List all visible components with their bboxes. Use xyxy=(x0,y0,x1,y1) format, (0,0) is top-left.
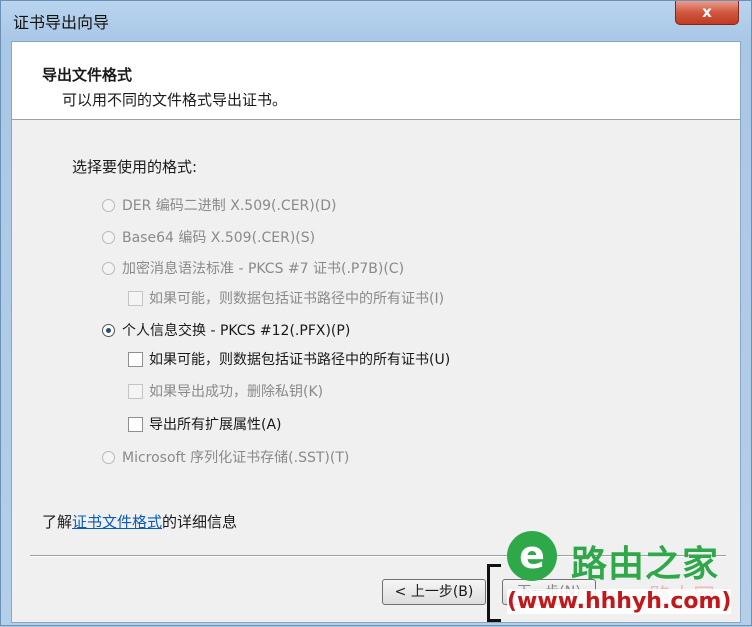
checkbox-pkcs12-include-path[interactable]: 如果可能，则数据包括证书路径中的所有证书(U) xyxy=(128,349,450,369)
radio-button-icon xyxy=(102,230,115,244)
learn-more-text: 了解证书文件格式的详细信息 xyxy=(42,511,237,532)
window-title: 证书导出向导 xyxy=(13,13,110,32)
option-label: 如果导出成功，删除私钥(K) xyxy=(149,384,324,400)
option-label: 如果可能，则数据包括证书路径中的所有证书(U) xyxy=(149,352,451,368)
radio-base64[interactable]: Base64 编码 X.509(.CER)(S) xyxy=(102,227,315,247)
radio-button-icon xyxy=(102,261,115,275)
checkbox-pkcs7-include-path[interactable]: 如果可能，则数据包括证书路径中的所有证书(I) xyxy=(128,288,444,308)
close-button[interactable]: x xyxy=(675,1,739,25)
router-logo-icon: e xyxy=(507,531,557,581)
radio-selected-icon xyxy=(102,323,115,337)
option-label: 导出所有扩展属性(A) xyxy=(149,417,282,433)
radio-der[interactable]: DER 编码二进制 X.509(.CER)(D) xyxy=(102,195,336,215)
option-label: Microsoft 序列化证书存储(.SST)(T) xyxy=(122,450,350,466)
option-label: 个人信息交换 - PKCS #12(.PFX)(P) xyxy=(122,323,351,339)
option-label: DER 编码二进制 X.509(.CER)(D) xyxy=(122,198,337,214)
radio-button-icon xyxy=(102,198,115,212)
wizard-header: 导出文件格式 可以用不同的文件格式导出证书。 xyxy=(12,42,740,120)
format-prompt: 选择要使用的格式: xyxy=(72,158,198,176)
checkbox-icon xyxy=(128,416,143,432)
checkbox-export-extended-properties[interactable]: 导出所有扩展属性(A) xyxy=(128,414,282,434)
back-button[interactable]: < 上一步(B) xyxy=(382,579,486,605)
page-title: 导出文件格式 xyxy=(42,66,133,84)
option-label: 如果可能，则数据包括证书路径中的所有证书(I) xyxy=(149,291,445,307)
option-label: 加密消息语法标准 - PKCS #7 证书(.P7B)(C) xyxy=(122,261,405,277)
learn-more-prefix: 了解 xyxy=(42,513,73,531)
watermark-url: (www.hhhyh.com) xyxy=(507,589,732,614)
radio-sst[interactable]: Microsoft 序列化证书存储(.SST)(T) xyxy=(102,447,349,467)
title-bar[interactable]: 证书导出向导 x xyxy=(1,1,752,41)
checkbox-icon xyxy=(128,383,143,399)
page-subtitle: 可以用不同的文件格式导出证书。 xyxy=(62,91,288,109)
checkbox-delete-private-key[interactable]: 如果导出成功，删除私钥(K) xyxy=(128,381,323,401)
learn-more-suffix: 的详细信息 xyxy=(162,513,238,531)
certificate-export-wizard-window: 证书导出向导 x 导出文件格式 可以用不同的文件格式导出证书。 选择要使用的格式… xyxy=(0,0,752,626)
checkbox-icon xyxy=(128,290,143,306)
radio-button-icon xyxy=(102,450,115,464)
watermark: e 路由之家 路由网 (www.hhhyh.com) xyxy=(499,519,752,627)
close-icon: x xyxy=(702,3,712,21)
option-label: Base64 编码 X.509(.CER)(S) xyxy=(122,230,316,246)
certificate-formats-link[interactable]: 证书文件格式 xyxy=(72,513,162,531)
checkbox-icon xyxy=(128,351,143,367)
radio-pkcs12[interactable]: 个人信息交换 - PKCS #12(.PFX)(P) xyxy=(102,320,350,340)
radio-pkcs7[interactable]: 加密消息语法标准 - PKCS #7 证书(.P7B)(C) xyxy=(102,258,404,278)
